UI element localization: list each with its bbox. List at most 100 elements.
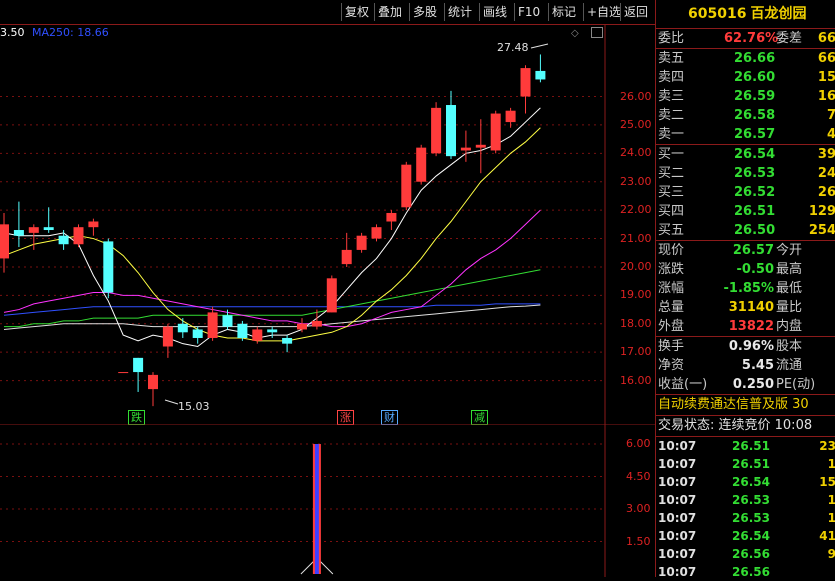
quote-label: 收益(一) (658, 377, 708, 392)
candle-body (267, 329, 278, 333)
indicator-tick-label: 3.00 (626, 502, 651, 515)
candle (505, 107, 516, 128)
quote-label-2: 量比 (776, 300, 803, 315)
buy-order-row[interactable]: 买一 26.54 39 (656, 145, 835, 164)
kline-chart[interactable] (0, 24, 655, 424)
add-favorite-button[interactable]: +自选 (583, 3, 624, 21)
sell-order-row[interactable]: 卖三 26.59 16 (656, 87, 835, 106)
buy-order-label: 买一 (658, 147, 685, 162)
tick-price: 26.51 (732, 439, 770, 453)
buy-order-volume: 39 (817, 147, 835, 162)
stock-code: 605016 (688, 6, 747, 22)
candle (192, 326, 203, 344)
trade-status: 交易状态: 连续竞价 10:08 (656, 415, 835, 437)
mark-button[interactable]: 标记 (548, 3, 579, 21)
quote-value: 26.57 (732, 243, 774, 258)
buy-order-row[interactable]: 买二 26.53 24 (656, 164, 835, 183)
candle (520, 65, 531, 114)
sell-order-label: 卖三 (658, 89, 685, 104)
candle-body (118, 372, 129, 374)
quote-value: 31140 (728, 300, 774, 315)
buy-order-volume: 24 (817, 166, 835, 181)
ma10-line (3, 127, 541, 342)
tick-volume: 41 (819, 529, 835, 543)
tick-price: 26.53 (732, 511, 770, 525)
price-tick-label: 23.00 (620, 174, 652, 188)
event-tag-reduce[interactable]: 减 (471, 410, 488, 425)
ma250-line (3, 304, 541, 330)
sell-order-label: 卖四 (658, 70, 685, 85)
candle (13, 201, 24, 248)
buy-order-row[interactable]: 买四 26.51 129 (656, 202, 835, 221)
event-tag-finance[interactable]: 财 (381, 410, 398, 425)
tick-time: 10:07 (658, 475, 697, 489)
f10-button[interactable]: F10 (514, 3, 543, 21)
candle (148, 372, 158, 407)
quote-value: -0.50 (736, 262, 774, 277)
sell-order-label: 卖二 (658, 108, 685, 123)
quote-value: -1.85% (723, 281, 775, 296)
sell-order-price: 26.66 (734, 51, 776, 66)
candle-body (207, 312, 218, 338)
weibi-value: 62.76% (724, 31, 779, 46)
ma5-line (3, 107, 541, 348)
indicator-tick-label: 6.00 (626, 437, 651, 450)
candle-body (177, 323, 188, 333)
candle (431, 102, 442, 157)
sell-order-row[interactable]: 卖五 26.66 66 (656, 49, 835, 68)
overlay-button[interactable]: 叠加 (374, 3, 405, 21)
promo-banner[interactable]: 自动续费通达信普及版 30 (656, 394, 835, 415)
sell-order-row[interactable]: 卖四 26.60 15 (656, 68, 835, 87)
tick-time: 10:07 (658, 457, 697, 471)
weicha-label: 委差 (776, 31, 803, 46)
candle-body (446, 105, 456, 157)
quote-label: 现价 (658, 243, 685, 258)
fuquan-button[interactable]: 复权 (341, 3, 372, 21)
candle-body (282, 337, 293, 344)
candle-body (416, 147, 427, 182)
quote-row: 换手 0.96% 股本 (656, 337, 835, 356)
price-tick-label: 20.00 (620, 259, 652, 273)
draw-line-button[interactable]: 画线 (479, 3, 510, 21)
candle (88, 218, 99, 236)
candle (207, 306, 218, 341)
tick-time: 10:07 (658, 547, 697, 561)
candle-body (58, 235, 69, 245)
tick-row: 10:07 26.54 41 (656, 527, 835, 545)
tick-row: 10:07 26.53 1 (656, 491, 835, 509)
indicator-chart[interactable] (0, 424, 655, 577)
event-tag-fall[interactable]: 跌 (128, 410, 145, 425)
buy-order-price: 26.54 (734, 147, 776, 162)
sell-order-price: 26.60 (734, 70, 776, 85)
candle (311, 309, 322, 330)
sell-order-price: 26.58 (734, 108, 776, 123)
candle (386, 210, 397, 231)
sell-order-row[interactable]: 卖一 26.57 4 (656, 125, 835, 144)
tick-volume: 15 (819, 475, 835, 489)
tick-time: 10:07 (658, 511, 697, 525)
quote-row: 现价 26.57 今开 (656, 241, 835, 260)
candle-body (237, 323, 248, 338)
back-button[interactable]: 返回 (620, 3, 651, 21)
chart-toolbar: 复权 叠加 多股 统计 画线 F10 标记 +自选 返回 (0, 0, 655, 25)
price-tick-label: 17.00 (620, 345, 652, 359)
stock-name: 百龙创园 (750, 6, 807, 22)
sell-order-volume: 66 (817, 51, 835, 66)
event-tag-rise[interactable]: 涨 (337, 410, 354, 425)
candle-body (356, 235, 367, 250)
sell-order-row[interactable]: 卖二 26.58 7 (656, 106, 835, 125)
quote-label-2: 最低 (776, 281, 803, 296)
tick-list[interactable]: 10:07 26.51 23 10:07 26.51 1 10:07 26.54 15 10:07… (656, 437, 835, 581)
quote-value: 5.45 (741, 358, 774, 373)
multi-stock-button[interactable]: 多股 (409, 3, 440, 21)
tick-volume: 1 (827, 493, 835, 507)
buy-order-row[interactable]: 买五 26.50 254 (656, 221, 835, 240)
low-price-label: 15.03 (178, 400, 210, 413)
weibi-label: 委比 (658, 31, 685, 46)
statistics-button[interactable]: 统计 (444, 3, 475, 21)
quote-label-2: 今开 (776, 243, 803, 258)
buy-order-row[interactable]: 买三 26.52 26 (656, 183, 835, 202)
quote-summary: 现价 26.57 今开 涨跌 -0.50 最高 涨幅 -1.85% 最低 总量 31140 量比 外盘 1… (656, 241, 835, 336)
candle (237, 320, 248, 341)
candle (326, 275, 337, 313)
